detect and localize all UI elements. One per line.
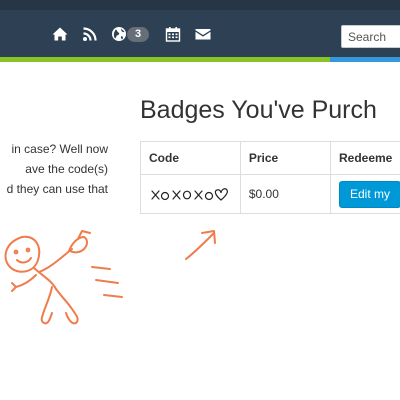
home-icon[interactable] bbox=[52, 26, 68, 42]
calendar-icon[interactable] bbox=[165, 26, 181, 42]
navbar-top-shade bbox=[0, 0, 400, 10]
badges-table: Code Price Redeeme $0.00 Edit my bbox=[140, 141, 400, 214]
top-navbar: 3 bbox=[0, 0, 400, 57]
code-cell bbox=[140, 174, 241, 214]
table-header-row: Code Price Redeeme bbox=[140, 141, 400, 175]
accent-stripe-blue bbox=[330, 57, 400, 62]
search-input[interactable] bbox=[341, 25, 400, 48]
arrow-doodle bbox=[185, 230, 216, 260]
intro-paragraph: in case? Well now ave the code(s) d they… bbox=[0, 139, 108, 199]
rss-icon[interactable] bbox=[82, 26, 98, 42]
column-header-redeemed: Redeeme bbox=[329, 141, 400, 175]
envelope-icon[interactable] bbox=[195, 26, 211, 42]
price-cell: $0.00 bbox=[239, 174, 331, 214]
intro-line: in case? Well now bbox=[11, 142, 109, 156]
column-header-price: Price bbox=[239, 141, 331, 175]
page-title: Badges You've Purch bbox=[140, 96, 377, 124]
table-row: $0.00 Edit my bbox=[140, 174, 400, 214]
intro-line: ave the code(s) bbox=[25, 162, 108, 176]
accent-stripe-green bbox=[0, 57, 330, 62]
intro-line: d they can use that bbox=[6, 182, 108, 196]
edit-button[interactable]: Edit my bbox=[338, 180, 400, 208]
handwritten-code bbox=[151, 188, 228, 201]
globe-icon[interactable] bbox=[111, 26, 127, 42]
globe-count-badge: 3 bbox=[127, 27, 149, 42]
column-header-code: Code bbox=[140, 141, 241, 175]
redeemed-cell: Edit my bbox=[329, 174, 400, 214]
stick-figure-doodle bbox=[4, 230, 123, 325]
